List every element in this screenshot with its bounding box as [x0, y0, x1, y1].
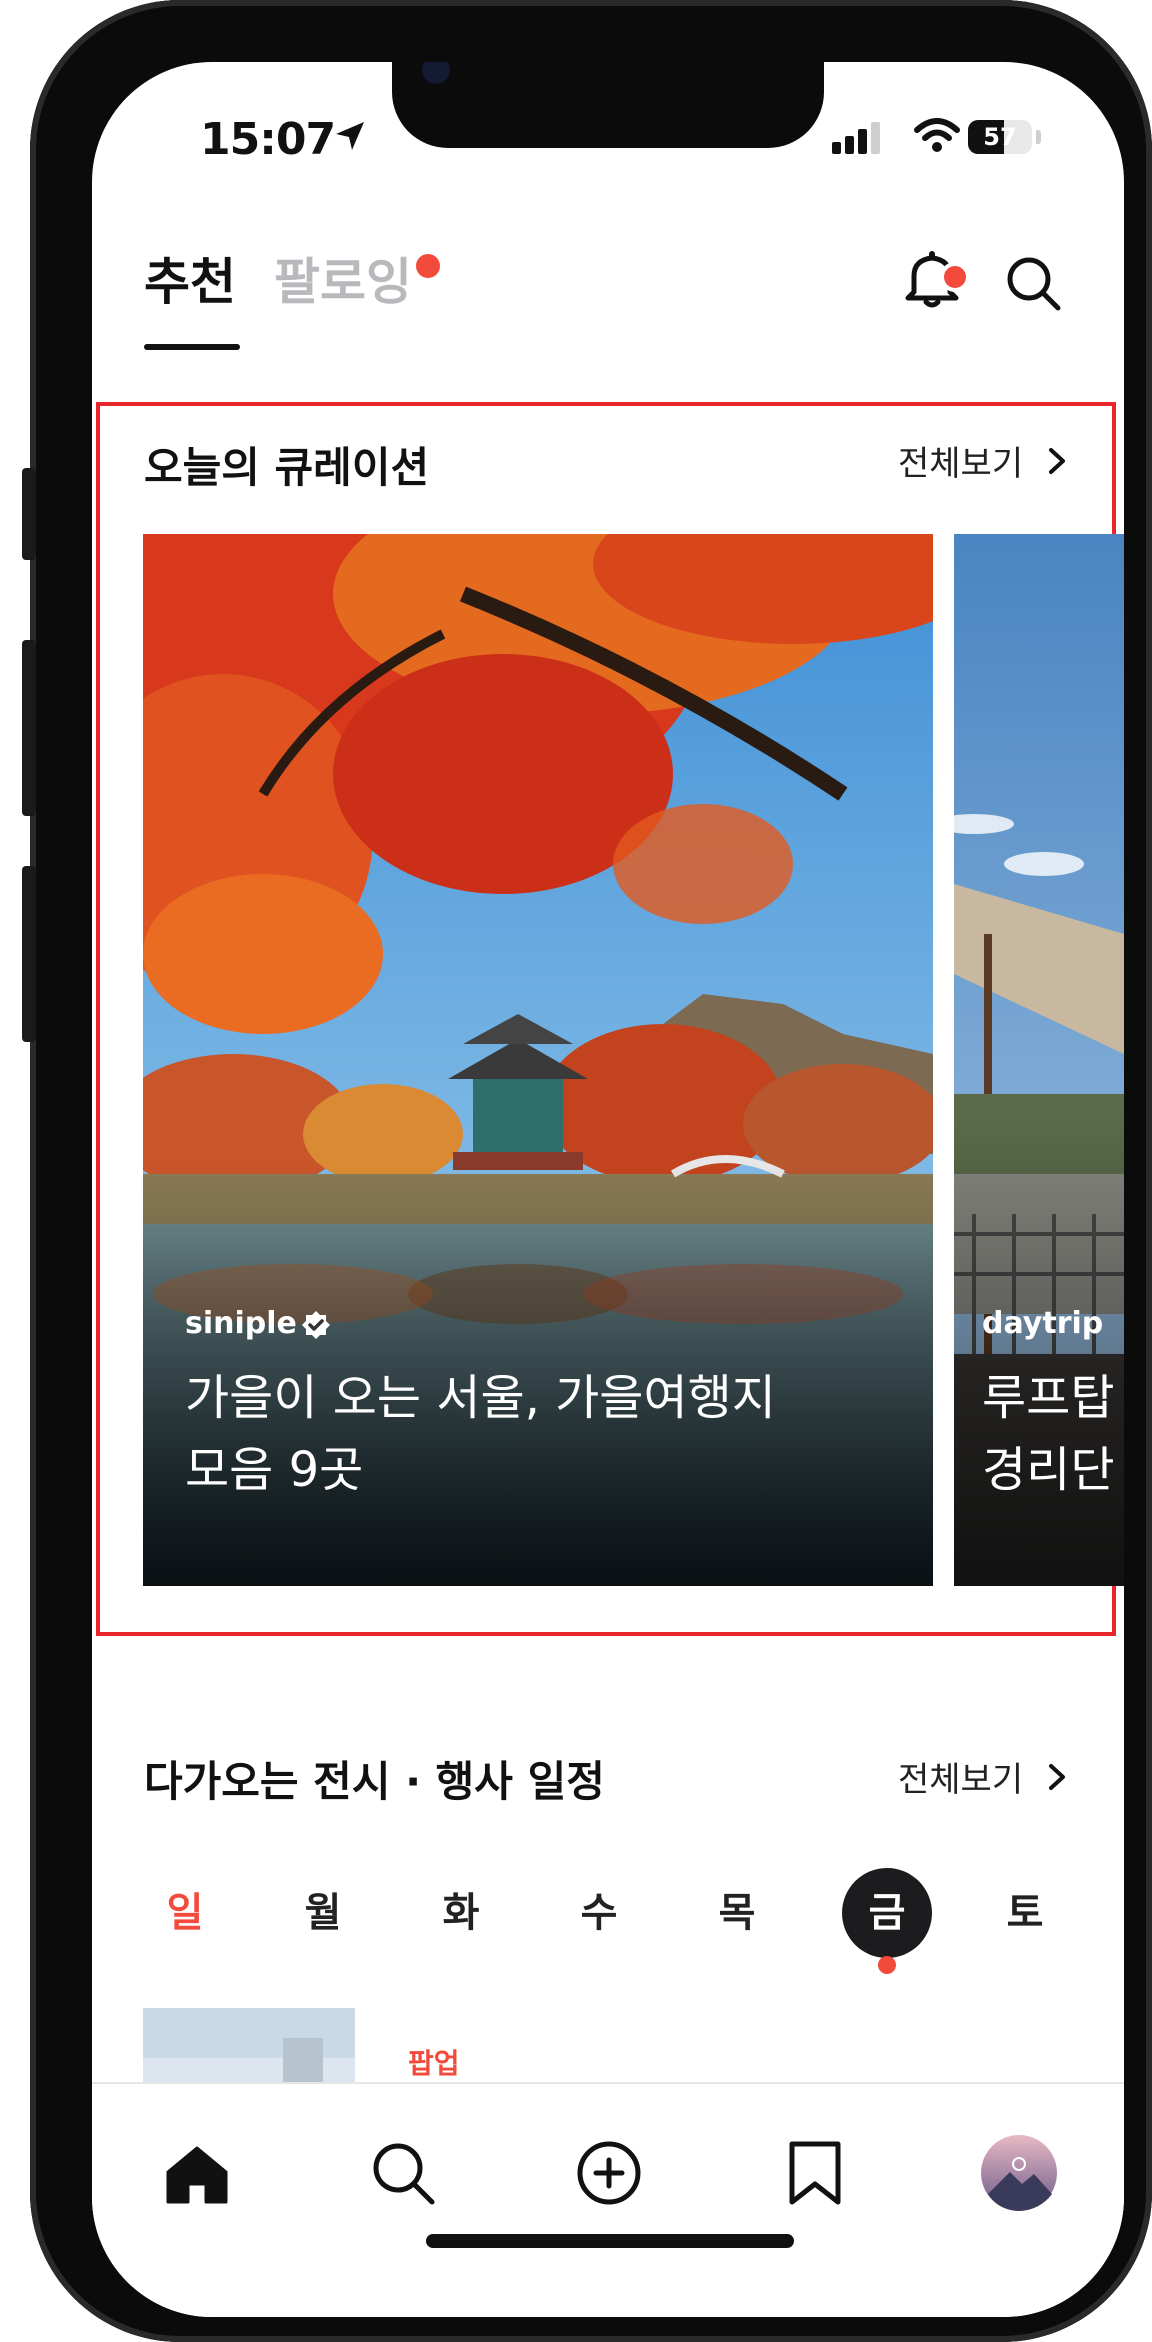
events-see-all[interactable]: 전체보기: [898, 1752, 1023, 1801]
battery-tip: [1036, 130, 1041, 144]
curation-see-all[interactable]: 전체보기: [898, 436, 1023, 485]
battery-percent: 57: [983, 123, 1017, 151]
notch: [392, 62, 824, 148]
tab-following[interactable]: 팔로잉: [274, 242, 412, 314]
curation-card-rooftop[interactable]: daytrip 루프탑 경리단: [954, 534, 1124, 1586]
app-screen: 15:07 57 추천 팔로잉 오늘의 큐레이션 전체보기 siniple 가을…: [92, 62, 1124, 2317]
volume-up-button: [22, 640, 36, 816]
battery-indicator: 57: [968, 120, 1032, 154]
tab-recommended[interactable]: 추천: [144, 242, 236, 314]
notification-badge: [940, 262, 970, 292]
profile-avatar[interactable]: [980, 2134, 1058, 2212]
search-icon[interactable]: [368, 2138, 438, 2208]
day-monday[interactable]: 월: [278, 1868, 368, 1958]
home-indicator: [426, 2234, 794, 2248]
day-sunday[interactable]: 일: [140, 1868, 230, 1958]
verified-badge-icon: [302, 1311, 330, 1339]
chevron-right-icon[interactable]: [1042, 1762, 1072, 1792]
card-title-line2: 모음 9곳: [185, 1442, 364, 1498]
location-arrow-icon: [336, 122, 364, 150]
weekday-selector: 일 월 화 수 목 금 토: [92, 1868, 1124, 1978]
active-tab-indicator: [144, 344, 240, 350]
day-thursday[interactable]: 목: [692, 1868, 782, 1958]
mute-switch: [22, 468, 36, 560]
add-circle-icon[interactable]: [574, 2138, 644, 2208]
chevron-right-icon[interactable]: [1042, 446, 1072, 476]
day-tuesday[interactable]: 화: [416, 1868, 506, 1958]
bookmark-icon[interactable]: [780, 2138, 850, 2208]
search-icon[interactable]: [1004, 254, 1062, 312]
day-wednesday[interactable]: 수: [554, 1868, 644, 1958]
curation-card-seoul-autumn[interactable]: siniple 가을이 오는 서울, 가을여행지 모음 9곳: [143, 534, 933, 1586]
card-author-name: daytrip: [982, 1306, 1104, 1341]
card-title-line1: 가을이 오는 서울, 가을여행지: [185, 1370, 776, 1426]
bottom-navigation: [92, 2082, 1124, 2317]
card-title-line1: 루프탑: [982, 1370, 1115, 1426]
card-title-line2: 경리단: [982, 1442, 1115, 1498]
event-category-label: 팝업: [408, 2047, 460, 2080]
wifi-icon: [914, 118, 960, 152]
day-saturday[interactable]: 토: [980, 1868, 1070, 1958]
cellular-signal-icon: [832, 122, 880, 154]
events-title: 다가오는 전시 · 행사 일정: [144, 1757, 605, 1806]
volume-down-button: [22, 866, 36, 1042]
status-time: 15:07: [200, 114, 336, 165]
home-icon[interactable]: [162, 2138, 232, 2208]
following-new-dot: [416, 254, 440, 278]
selected-day-dot: [878, 1956, 896, 1974]
card-author-name: siniple: [185, 1306, 297, 1341]
curation-title: 오늘의 큐레이션: [144, 443, 430, 492]
day-friday-selected[interactable]: 금: [842, 1868, 932, 1958]
